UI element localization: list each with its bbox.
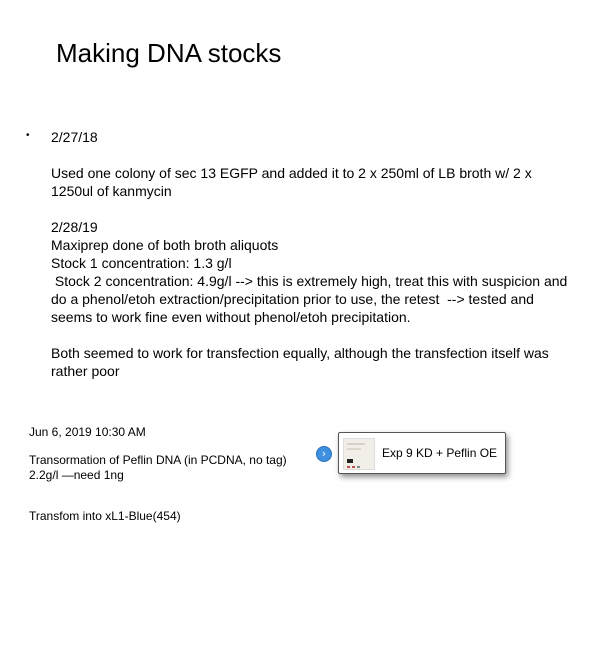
page-title: Making DNA stocks <box>56 38 282 68</box>
note-entry: 2/27/18 Used one colony of sec 13 EGFP a… <box>51 128 603 380</box>
timestamp: Jun 6, 2019 10:30 AM <box>29 425 146 439</box>
transformation-line-1: Transormation of Peflin DNA (in PCDNA, n… <box>29 453 287 467</box>
entry-stock2-line-2: do a phenol/etoh extraction/precipitatio… <box>51 291 534 307</box>
entry-maxiprep-line: Maxiprep done of both broth aliquots <box>51 237 279 253</box>
entry-stock2-line-3: seems to work fine even without phenol/e… <box>51 309 411 325</box>
entry-paragraph-1-line-2: 1250ul of kanmycin <box>51 183 172 199</box>
bullet-marker: • <box>26 130 30 141</box>
document-thumbnail-icon <box>343 438 375 470</box>
entry-date-2: 2/28/19 <box>51 219 98 235</box>
entry-paragraph-1-line-1: Used one colony of sec 13 EGFP and added… <box>51 165 532 181</box>
linked-page-card[interactable]: Exp 9 KD + Peflin OE <box>338 432 506 474</box>
entry-stock1-line: Stock 1 concentration: 1.3 g/l <box>51 255 232 271</box>
transformation-line-2: 2.2g/l —need 1ng <box>29 468 124 482</box>
link-arrow-icon[interactable]: › <box>316 446 332 462</box>
entry-both-line-2: rather poor <box>51 363 120 379</box>
entry-date-1: 2/27/18 <box>51 129 98 145</box>
entry-both-line-1: Both seemed to work for transfection equ… <box>51 345 549 361</box>
linked-page-title: Exp 9 KD + Peflin OE <box>382 446 498 460</box>
transform-into-line: Transfom into xL1-Blue(454) <box>29 509 181 523</box>
entry-stock2-line-1: Stock 2 concentration: 4.9g/l --> this i… <box>51 273 568 289</box>
